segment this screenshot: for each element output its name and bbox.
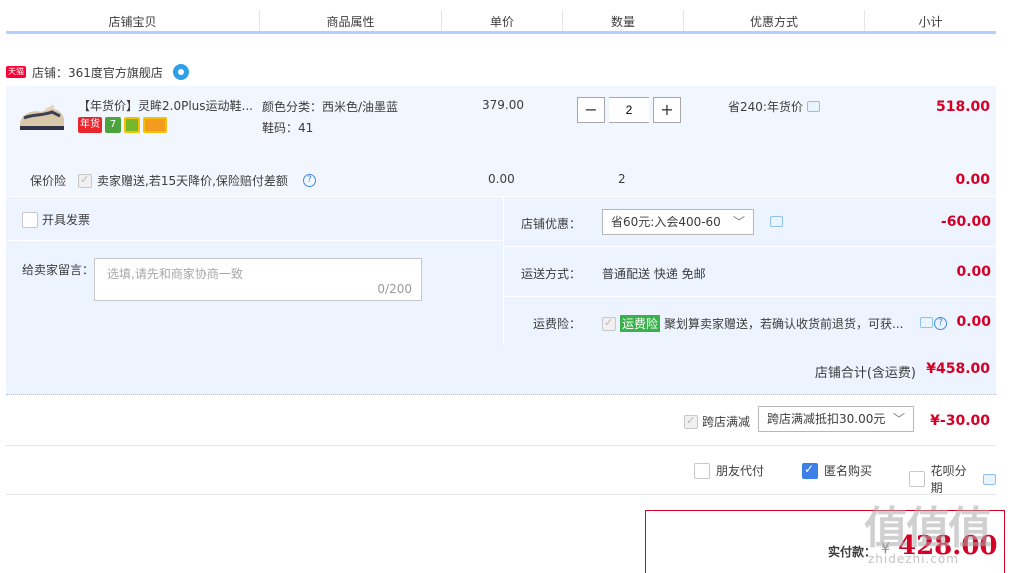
- insurance-option: 卖家赠送,若15天降价,保险赔付差额 ?: [78, 172, 316, 189]
- quantity-increase-button[interactable]: +: [653, 97, 681, 123]
- shop-line: 天猫 店铺：361度官方旗舰店: [6, 62, 189, 82]
- shop-total-amount: ¥458.00: [926, 361, 990, 377]
- insurance-description: 卖家赠送,若15天降价,保险赔付差额: [97, 174, 288, 188]
- insurance-subtotal: 0.00: [955, 172, 990, 188]
- comment-icon[interactable]: [983, 473, 996, 485]
- shop-name[interactable]: 店铺：361度官方旗舰店: [32, 64, 163, 81]
- huabei-installment-option[interactable]: 花呗分期: [909, 462, 996, 496]
- item-subtotal: 518.00: [935, 99, 990, 115]
- col-shop-item: 店铺宝贝: [6, 10, 260, 31]
- col-unit-price: 单价: [442, 10, 563, 31]
- cross-store-checkbox[interactable]: [684, 414, 698, 429]
- size-attribute: 鞋码：41: [262, 121, 314, 135]
- delivery-label: 运送方式：: [520, 267, 581, 281]
- order-details: 开具发票 给卖家留言： 选填,请先和商家协商一致 0/200 店铺优惠： 省60…: [6, 197, 997, 347]
- comment-icon[interactable]: [806, 101, 820, 112]
- payment-options-row: 朋友代付 匿名购买 花呗分期: [6, 447, 996, 495]
- shop-total-label: 店铺合计(含运费): [814, 366, 916, 381]
- help-icon[interactable]: ?: [934, 317, 947, 330]
- card-payment-icon: [143, 117, 167, 133]
- freight-insurance-label: 运费险：: [532, 317, 581, 331]
- guarantee-icon: [124, 117, 140, 133]
- freight-insurance-row: 运费险： 运费险 聚划算卖家赠送，若确认收货前退货，可获... ? 0.00: [504, 297, 997, 347]
- shop-discount-amount: -60.00: [940, 214, 991, 230]
- col-attributes: 商品属性: [260, 10, 442, 31]
- invoice-row: 开具发票: [6, 197, 502, 241]
- message-char-count: 0/200: [377, 282, 412, 296]
- anonymous-purchase-checkbox[interactable]: [802, 462, 818, 479]
- friend-pay-checkbox[interactable]: [694, 462, 710, 479]
- insurance-price: 0.00: [488, 172, 515, 186]
- cross-store-option: 跨店满减: [684, 413, 750, 430]
- huabei-installment-label: 花呗分期: [930, 464, 967, 495]
- discount-text: 省240:年货价: [728, 100, 803, 114]
- cross-store-discount-row: 跨店满减 跨店满减抵扣30.00元 ﹀ ¥-30.00: [6, 396, 996, 446]
- quantity-decrease-button[interactable]: −: [577, 97, 605, 123]
- watermark-logo: 值值值: [864, 503, 992, 554]
- item-discount: 省240:年货价: [728, 98, 820, 115]
- freight-insurance-option: 运费险 聚划算卖家赠送，若确认收货前退货，可获...: [602, 315, 922, 332]
- product-title-link[interactable]: 【年货价】灵眸2.0Plus运动鞋...: [78, 97, 258, 114]
- col-quantity: 数量: [563, 10, 684, 31]
- order-item: 【年货价】灵眸2.0Plus运动鞋... 年货 7 颜色分类：西米色/油墨蓝 鞋…: [6, 86, 996, 196]
- comment-icon[interactable]: [920, 317, 933, 328]
- friend-pay-option[interactable]: 朋友代付: [694, 462, 764, 479]
- message-placeholder: 选填,请先和商家协商一致: [107, 267, 243, 281]
- chevron-down-icon: ﹀: [892, 412, 905, 426]
- col-discount: 优惠方式: [684, 10, 865, 31]
- cross-store-label: 跨店满减: [702, 415, 751, 429]
- anonymous-purchase-option[interactable]: 匿名购买: [802, 462, 872, 479]
- product-tags: 年货 7: [78, 117, 167, 133]
- cross-store-amount: ¥-30.00: [930, 413, 990, 429]
- watermark-url: zhidezhi.com: [868, 552, 959, 566]
- freight-insurance-checkbox[interactable]: [602, 316, 616, 331]
- message-label: 给卖家留言：: [22, 263, 95, 277]
- product-thumbnail[interactable]: [16, 96, 68, 136]
- order-left-pane: 开具发票 给卖家留言： 选填,请先和商家协商一致 0/200: [6, 197, 502, 345]
- insurance-checkbox[interactable]: [78, 173, 92, 188]
- freight-insurance-amount: 0.00: [956, 314, 991, 330]
- chevron-down-icon: ﹀: [732, 215, 745, 229]
- shop-discount-row: 店铺优惠： 省60元:入会400-60 ﹀ -60.00: [504, 197, 997, 247]
- invoice-checkbox[interactable]: [22, 211, 38, 228]
- delivery-value: 普通配送 快递 免邮: [602, 267, 706, 281]
- unit-price: 379.00: [482, 98, 524, 112]
- cross-store-value: 跨店满减抵扣30.00元: [767, 412, 886, 426]
- order-right-pane: 店铺优惠： 省60元:入会400-60 ﹀ -60.00 运送方式： 普通配送 …: [503, 197, 997, 347]
- shop-total-row: 店铺合计(含运费) ¥458.00: [6, 345, 996, 395]
- shop-discount-value: 省60元:入会400-60: [611, 215, 721, 229]
- wangwang-chat-icon[interactable]: [172, 64, 189, 80]
- col-subtotal: 小计: [918, 15, 943, 29]
- quantity-stepper: − +: [577, 97, 681, 123]
- comment-icon[interactable]: [770, 216, 783, 227]
- seven-day-return-icon: 7: [105, 117, 121, 133]
- friend-pay-label: 朋友代付: [716, 464, 765, 478]
- cross-store-select[interactable]: 跨店满减抵扣30.00元 ﹀: [758, 406, 914, 432]
- color-attribute: 颜色分类：西米色/油墨蓝: [262, 100, 399, 114]
- watermark: 值值值 zhidezhi.com: [864, 492, 1009, 572]
- shop-discount-select[interactable]: 省60元:入会400-60 ﹀: [602, 209, 754, 235]
- table-header: 店铺宝贝 商品属性 单价 数量 优惠方式 小计: [6, 10, 996, 34]
- delivery-amount: 0.00: [956, 264, 991, 280]
- quantity-input[interactable]: [609, 97, 649, 123]
- delivery-row: 运送方式： 普通配送 快递 免邮 0.00: [504, 247, 997, 297]
- freight-insurance-tag: 运费险: [620, 315, 661, 332]
- seller-message-textarea[interactable]: 选填,请先和商家协商一致 0/200: [94, 258, 422, 301]
- invoice-label: 开具发票: [42, 213, 91, 227]
- new-year-tag: 年货: [78, 117, 102, 133]
- anonymous-purchase-label: 匿名购买: [824, 464, 873, 478]
- huabei-installment-checkbox[interactable]: [909, 471, 925, 487]
- freight-insurance-description: 聚划算卖家赠送，若确认收货前退货，可获...: [664, 317, 904, 331]
- tmall-icon: 天猫: [6, 66, 26, 78]
- help-icon[interactable]: ?: [302, 174, 316, 187]
- insurance-qty: 2: [618, 172, 626, 186]
- shop-discount-label: 店铺优惠：: [520, 217, 581, 231]
- invoice-option[interactable]: 开具发票: [22, 211, 90, 228]
- insurance-label: 保价险: [30, 174, 67, 188]
